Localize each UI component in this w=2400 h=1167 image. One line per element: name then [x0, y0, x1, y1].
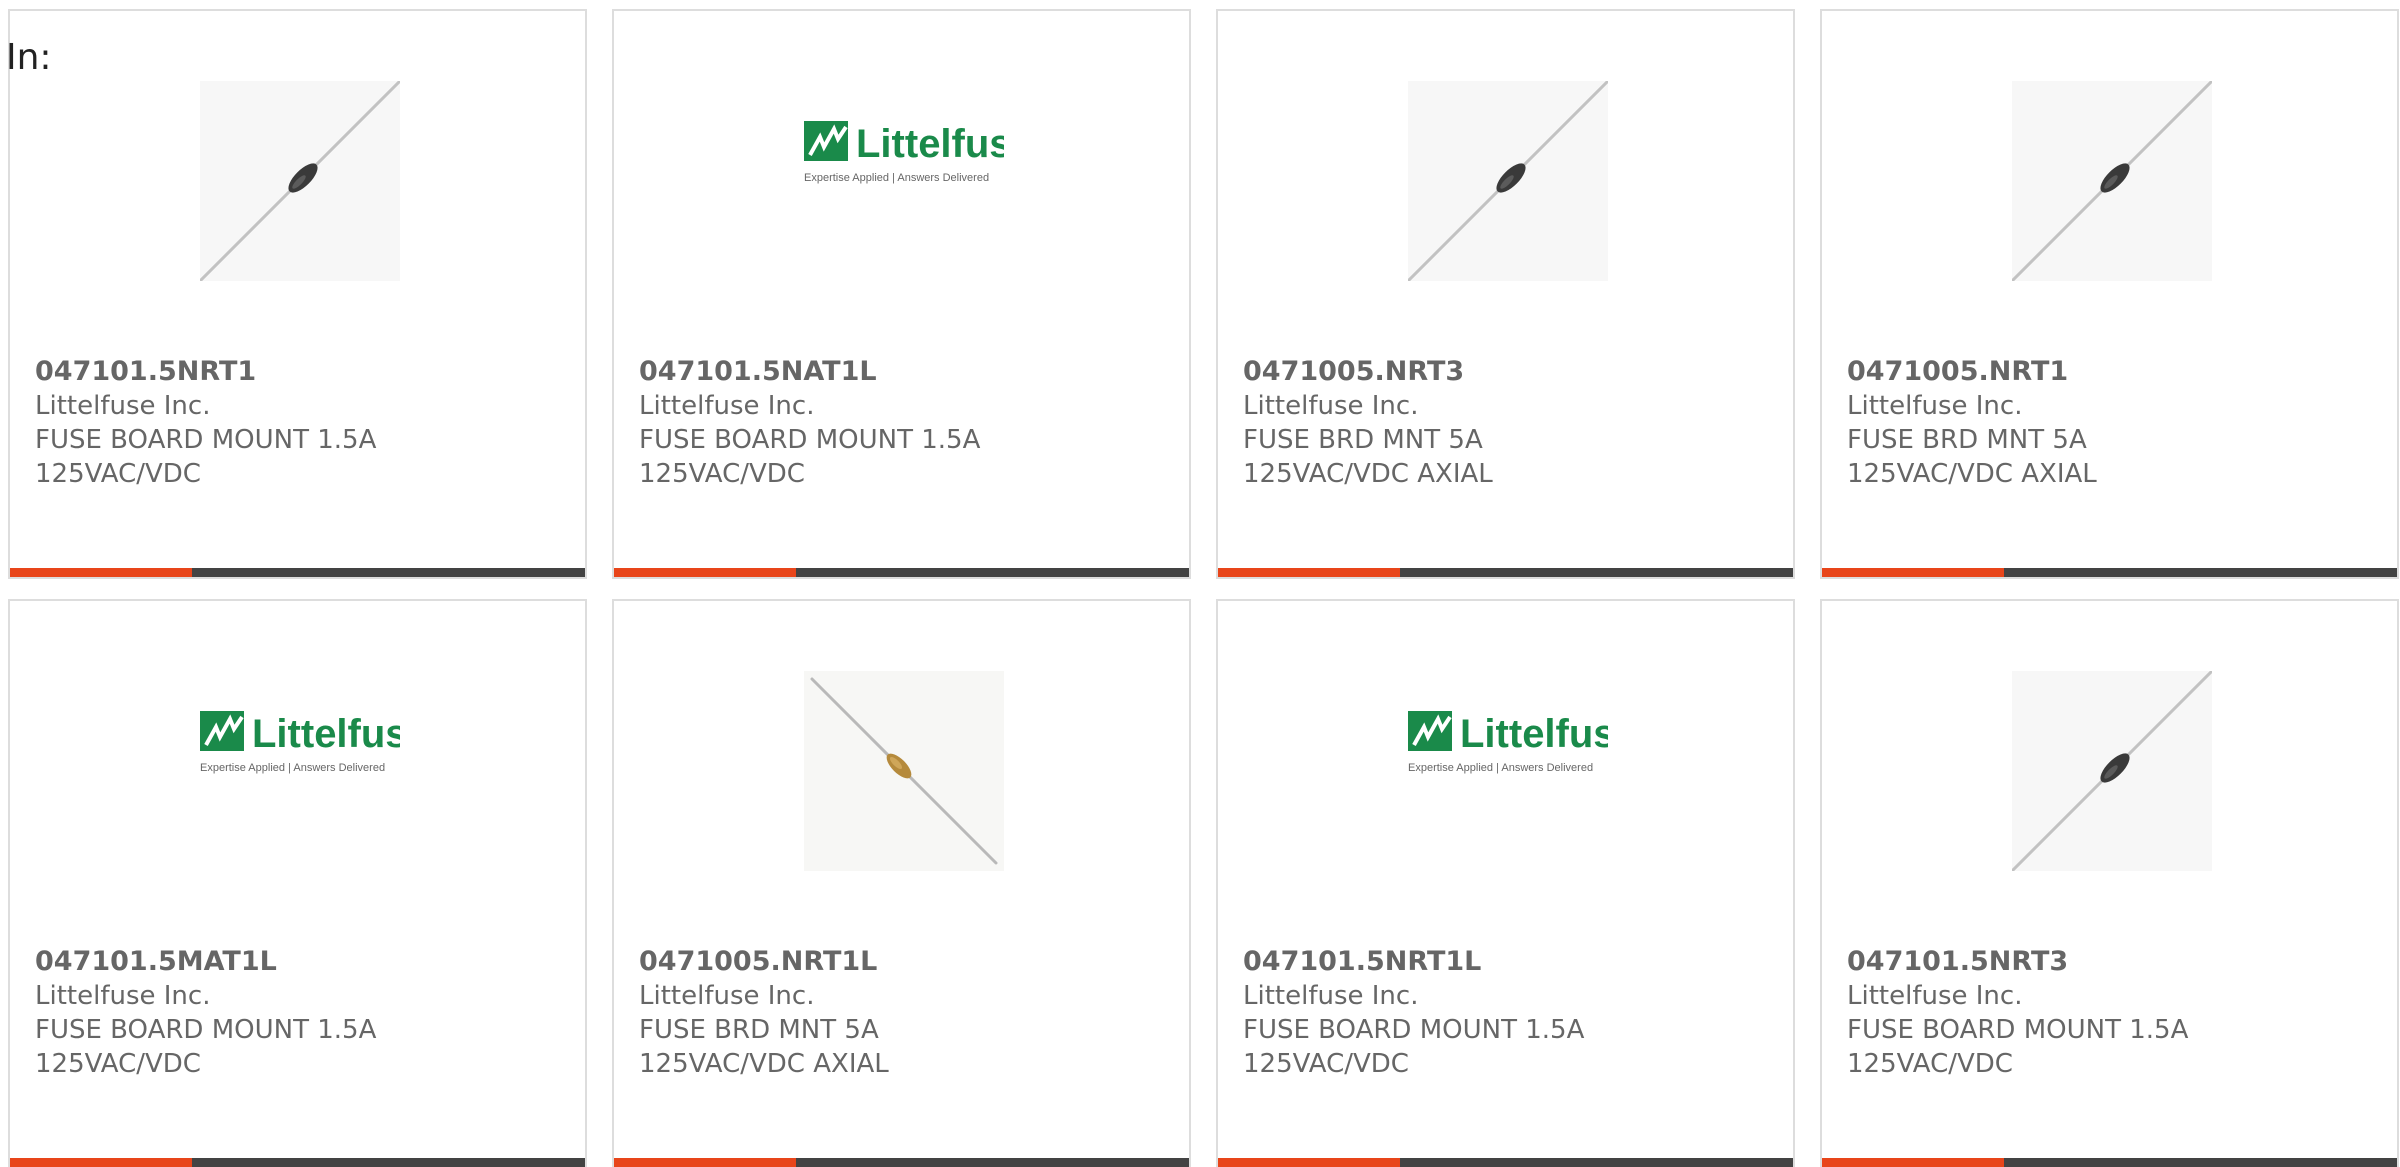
card-footer-bar [1822, 568, 2397, 577]
axial-fuse-black-icon [1408, 81, 1608, 281]
product-info: 047101.5NRT1 Littelfuse Inc. FUSE BOARD … [35, 355, 565, 491]
part-number[interactable]: 0471005.NRT1 [1847, 355, 2377, 389]
card-footer-bar [614, 1158, 1189, 1167]
product-description: FUSE BRD MNT 5A 125VAC/VDC AXIAL [639, 1015, 889, 1079]
manufacturer-name: Littelfuse Inc. [639, 981, 815, 1011]
product-card[interactable]: 047101.5NRT1 Littelfuse Inc. FUSE BOARD … [8, 9, 587, 579]
card-footer-bar [1822, 1158, 2397, 1167]
product-info: 0471005.NRT1L Littelfuse Inc. FUSE BRD M… [639, 945, 1169, 1081]
axial-fuse-black-icon [2012, 671, 2212, 871]
littelfuse-logo-icon: Littelfuse Expertise Applied | Answers De… [804, 121, 1004, 184]
product-description: FUSE BOARD MOUNT 1.5A 125VAC/VDC [639, 425, 981, 489]
card-footer-accent [614, 1158, 796, 1167]
product-card[interactable]: 047101.5NRT3 Littelfuse Inc. FUSE BOARD … [1820, 599, 2399, 1167]
axial-fuse-tan-icon [804, 671, 1004, 871]
axial-fuse-black-icon [2012, 81, 2212, 281]
manufacturer-name: Littelfuse Inc. [1847, 391, 2023, 421]
product-image[interactable] [2012, 671, 2212, 871]
card-footer-accent [1822, 568, 2004, 577]
manufacturer-name: Littelfuse Inc. [1243, 981, 1419, 1011]
card-footer-accent [1218, 568, 1400, 577]
product-info: 047101.5NRT3 Littelfuse Inc. FUSE BOARD … [1847, 945, 2377, 1081]
product-description: FUSE BRD MNT 5A 125VAC/VDC AXIAL [1847, 425, 2097, 489]
product-description: FUSE BOARD MOUNT 1.5A 125VAC/VDC [35, 1015, 377, 1079]
card-footer-accent [1822, 1158, 2004, 1167]
product-image[interactable] [2012, 81, 2212, 281]
product-info: 047101.5NAT1L Littelfuse Inc. FUSE BOARD… [639, 355, 1169, 491]
littelfuse-logo-icon: Littelfuse Expertise Applied | Answers De… [1408, 711, 1608, 774]
part-number[interactable]: 047101.5MAT1L [35, 945, 565, 979]
part-number[interactable]: 047101.5NRT1 [35, 355, 565, 389]
product-image[interactable]: Littelfuse Expertise Applied | Answers De… [1408, 671, 1608, 871]
product-image[interactable] [1408, 81, 1608, 281]
product-description: FUSE BRD MNT 5A 125VAC/VDC AXIAL [1243, 425, 1493, 489]
product-info: 0471005.NRT1 Littelfuse Inc. FUSE BRD MN… [1847, 355, 2377, 491]
product-image[interactable]: Littelfuse Expertise Applied | Answers De… [200, 671, 400, 871]
product-info: 047101.5NRT1L Littelfuse Inc. FUSE BOARD… [1243, 945, 1773, 1081]
card-footer-bar [614, 568, 1189, 577]
littelfuse-logo-icon: Littelfuse Expertise Applied | Answers De… [200, 711, 400, 774]
product-results-page: In: 047101.5NRT1 Littelfuse Inc. FUSE BO… [0, 0, 2400, 1167]
manufacturer-name: Littelfuse Inc. [1243, 391, 1419, 421]
card-footer-accent [10, 1158, 192, 1167]
product-image[interactable] [804, 671, 1004, 871]
product-image[interactable]: Littelfuse Expertise Applied | Answers De… [804, 81, 1004, 281]
filter-heading: In: [6, 37, 52, 78]
manufacturer-name: Littelfuse Inc. [35, 391, 211, 421]
card-footer-accent [10, 568, 192, 577]
product-card[interactable]: 0471005.NRT1L Littelfuse Inc. FUSE BRD M… [612, 599, 1191, 1167]
product-card[interactable]: Littelfuse Expertise Applied | Answers De… [1216, 599, 1795, 1167]
manufacturer-name: Littelfuse Inc. [639, 391, 815, 421]
product-card[interactable]: 0471005.NRT1 Littelfuse Inc. FUSE BRD MN… [1820, 9, 2399, 579]
card-footer-bar [1218, 568, 1793, 577]
product-description: FUSE BOARD MOUNT 1.5A 125VAC/VDC [1243, 1015, 1585, 1079]
card-footer-bar [10, 568, 585, 577]
manufacturer-name: Littelfuse Inc. [1847, 981, 2023, 1011]
product-info: 0471005.NRT3 Littelfuse Inc. FUSE BRD MN… [1243, 355, 1773, 491]
svg-text:Littelfuse: Littelfuse [1460, 712, 1608, 756]
part-number[interactable]: 047101.5NRT3 [1847, 945, 2377, 979]
product-description: FUSE BOARD MOUNT 1.5A 125VAC/VDC [35, 425, 377, 489]
card-footer-bar [10, 1158, 585, 1167]
svg-text:Expertise Applied | Answers De: Expertise Applied | Answers Delivered [1408, 762, 1593, 774]
card-footer-accent [1218, 1158, 1400, 1167]
axial-fuse-black-icon [200, 81, 400, 281]
product-card[interactable]: Littelfuse Expertise Applied | Answers De… [612, 9, 1191, 579]
product-grid: 047101.5NRT1 Littelfuse Inc. FUSE BOARD … [8, 9, 2399, 1167]
svg-text:Littelfuse: Littelfuse [252, 712, 400, 756]
manufacturer-name: Littelfuse Inc. [35, 981, 211, 1011]
product-description: FUSE BOARD MOUNT 1.5A 125VAC/VDC [1847, 1015, 2189, 1079]
svg-text:Expertise Applied | Answers De: Expertise Applied | Answers Delivered [804, 172, 989, 184]
product-card[interactable]: 0471005.NRT3 Littelfuse Inc. FUSE BRD MN… [1216, 9, 1795, 579]
product-info: 047101.5MAT1L Littelfuse Inc. FUSE BOARD… [35, 945, 565, 1081]
product-card[interactable]: Littelfuse Expertise Applied | Answers De… [8, 599, 587, 1167]
part-number[interactable]: 047101.5NAT1L [639, 355, 1169, 389]
card-footer-accent [614, 568, 796, 577]
product-image[interactable] [200, 81, 400, 281]
svg-text:Expertise Applied | Answers De: Expertise Applied | Answers Delivered [200, 762, 385, 774]
part-number[interactable]: 0471005.NRT3 [1243, 355, 1773, 389]
card-footer-bar [1218, 1158, 1793, 1167]
svg-text:Littelfuse: Littelfuse [856, 122, 1004, 166]
part-number[interactable]: 0471005.NRT1L [639, 945, 1169, 979]
part-number[interactable]: 047101.5NRT1L [1243, 945, 1773, 979]
